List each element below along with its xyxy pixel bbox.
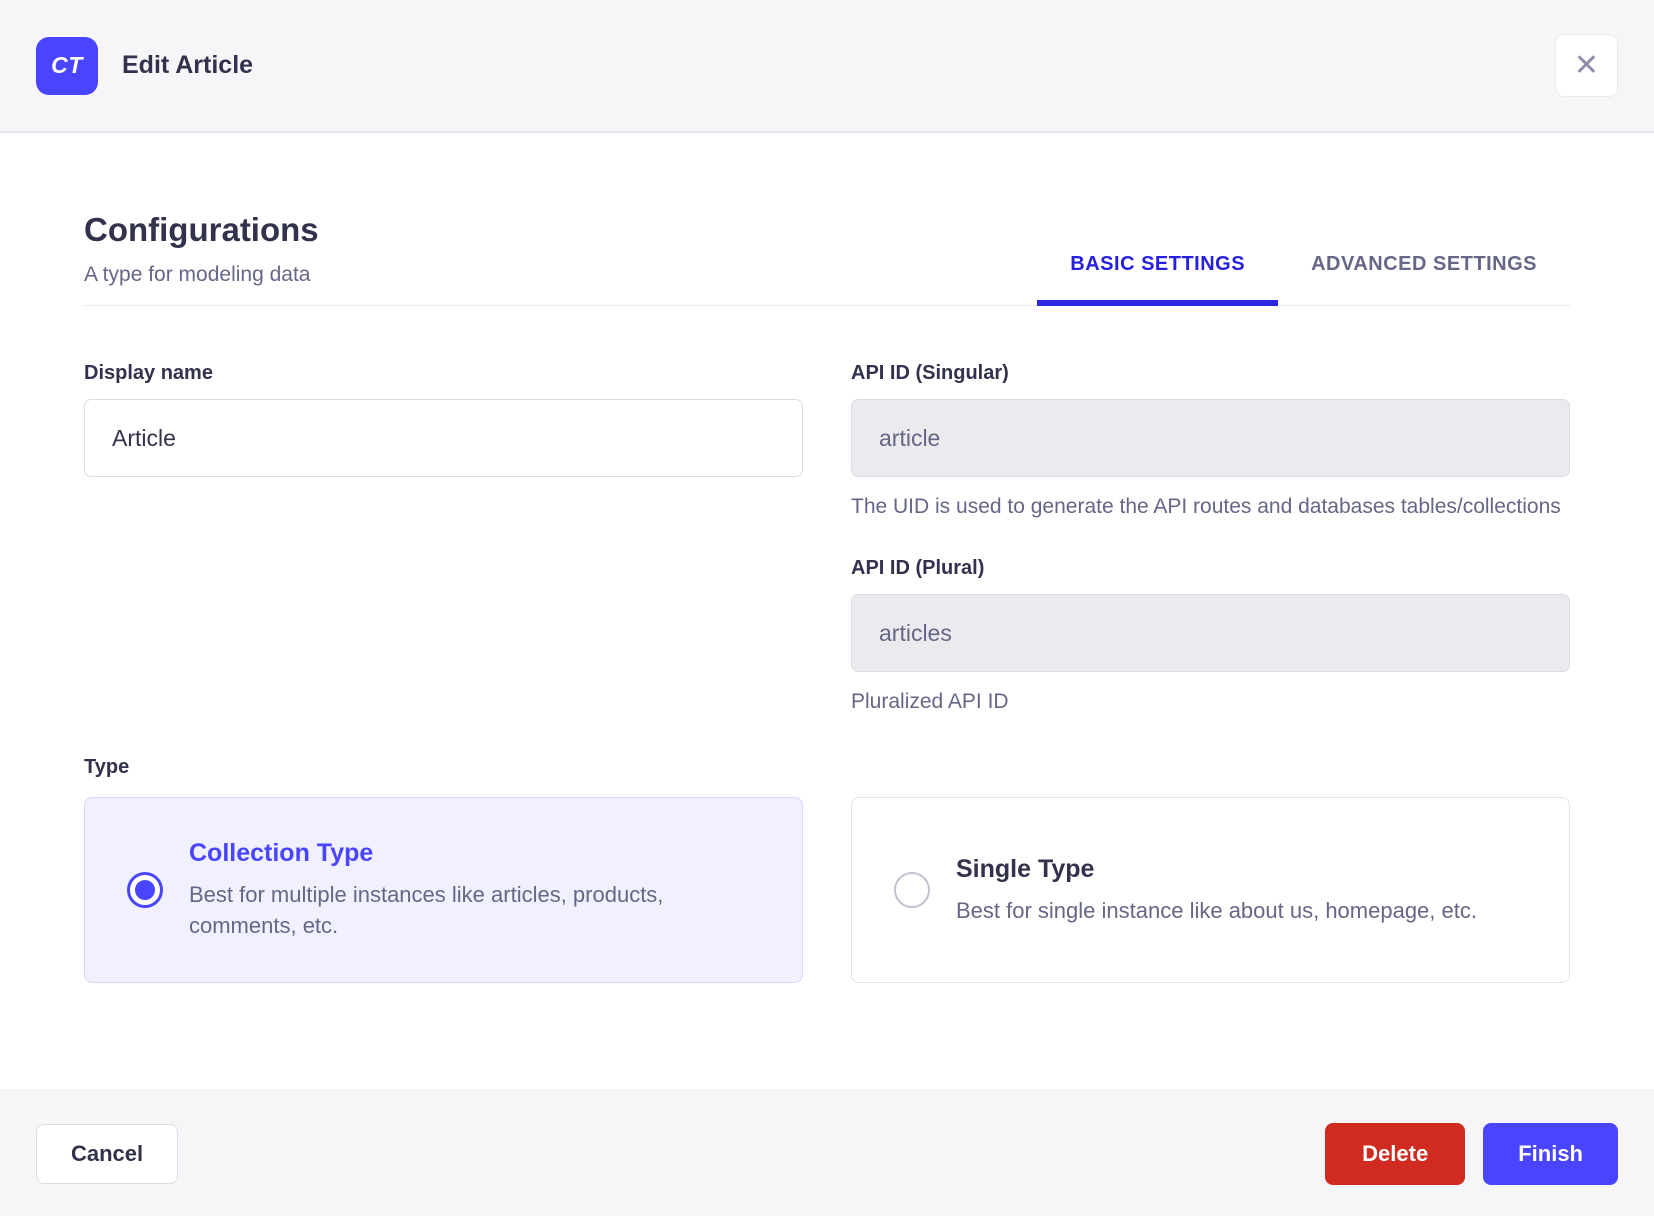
configurations-header-row: Configurations A type for modeling data … — [84, 210, 1570, 306]
collection-type-text: Collection Type Best for multiple instan… — [189, 839, 749, 941]
content-type-badge: CT — [36, 36, 98, 95]
delete-button[interactable]: Delete — [1325, 1122, 1466, 1185]
tab-advanced-settings[interactable]: ADVANCED SETTINGS — [1278, 253, 1570, 305]
display-name-label: Display name — [84, 362, 213, 384]
modal-footer: Cancel Delete Finish — [0, 1090, 1654, 1216]
settings-tabs: BASIC SETTINGS ADVANCED SETTINGS — [1037, 253, 1570, 306]
modal-body: Configurations A type for modeling data … — [0, 135, 1654, 1090]
single-type-text: Single Type Best for single instance lik… — [956, 855, 1477, 926]
api-id-singular-field: API ID (Singular) The UID is used to gen… — [851, 362, 1570, 522]
api-id-singular-hint: The UID is used to generate the API rout… — [851, 495, 1561, 518]
api-id-plural-input — [851, 594, 1570, 672]
footer-actions: Delete Finish — [1325, 1122, 1618, 1185]
display-name-field: Display name — [84, 362, 803, 717]
single-type-title: Single Type — [956, 854, 1095, 883]
collection-type-description: Best for multiple instances like article… — [189, 882, 664, 938]
collection-type-option[interactable]: Collection Type Best for multiple instan… — [84, 797, 803, 983]
close-button[interactable]: ✕ — [1555, 34, 1618, 97]
api-id-plural-hint: Pluralized API ID — [851, 690, 1009, 713]
page-subtitle: A type for modeling data — [84, 263, 311, 286]
collection-type-title: Collection Type — [189, 839, 374, 867]
single-type-radio[interactable] — [894, 872, 930, 908]
modal-header: CT Edit Article ✕ — [0, 0, 1654, 133]
type-options: Collection Type Best for multiple instan… — [84, 797, 1570, 983]
modal-title: Edit Article — [122, 51, 254, 79]
type-label: Type — [84, 756, 130, 778]
page-title: Configurations — [84, 211, 319, 248]
api-id-column: API ID (Singular) The UID is used to gen… — [851, 362, 1570, 717]
display-name-input[interactable] — [84, 399, 803, 477]
configurations-titles: Configurations A type for modeling data — [84, 210, 319, 305]
collection-type-radio[interactable] — [127, 872, 163, 908]
api-id-plural-field: API ID (Plural) Pluralized API ID — [851, 557, 1570, 717]
api-id-singular-label: API ID (Singular) — [851, 362, 1009, 384]
single-type-description: Best for single instance like about us, … — [956, 897, 1477, 923]
cancel-button[interactable]: Cancel — [36, 1123, 179, 1184]
finish-button[interactable]: Finish — [1483, 1122, 1618, 1185]
tab-basic-settings[interactable]: BASIC SETTINGS — [1037, 253, 1278, 306]
type-section: Type Collection Type Best for multiple i… — [84, 756, 1570, 983]
api-id-plural-label: API ID (Plural) — [851, 557, 985, 579]
api-id-singular-input — [851, 399, 1570, 477]
single-type-option[interactable]: Single Type Best for single instance lik… — [851, 797, 1570, 983]
close-icon: ✕ — [1573, 48, 1600, 82]
configuration-form: Display name API ID (Singular) The UID i… — [84, 362, 1570, 717]
